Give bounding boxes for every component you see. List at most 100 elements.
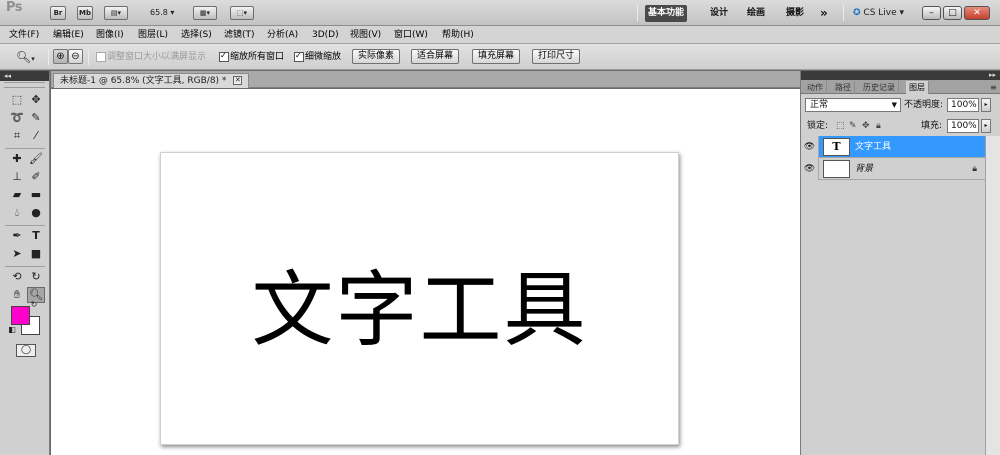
panel-grip[interactable] — [4, 82, 45, 88]
lasso-tool-icon[interactable]: ➰ — [8, 110, 26, 126]
hand-tool-icon[interactable]: ✋︎ — [8, 287, 26, 303]
scrubby-zoom-checkbox[interactable]: 细微缩放 — [294, 43, 341, 70]
default-colors-icon[interactable]: ◧ — [7, 325, 17, 335]
arrange-documents-dropdown[interactable]: ▦▾ — [193, 6, 217, 20]
workspace-painting[interactable]: 绘画 — [744, 5, 768, 22]
workspace-design[interactable]: 设计 — [707, 5, 731, 22]
menu-help[interactable]: 帮助(H) — [442, 26, 474, 44]
layer-row[interactable]: 👁︎ T 文字工具 — [801, 136, 985, 158]
close-icon[interactable]: ✕ — [233, 76, 243, 85]
pen-tool-icon[interactable]: ✒ — [8, 228, 26, 244]
screen-mode-dropdown[interactable]: ⬚▾ — [230, 6, 254, 20]
lock-image-icon[interactable]: ✎ — [849, 119, 857, 133]
collapse-panel-icon[interactable]: ▸▸ — [801, 71, 1000, 80]
opacity-input[interactable]: 100% — [947, 98, 979, 112]
menu-window[interactable]: 窗口(W) — [394, 26, 428, 44]
blur-tool-icon[interactable]: 💧︎ — [8, 205, 26, 221]
menu-view[interactable]: 视图(V) — [350, 26, 381, 44]
lock-position-icon[interactable]: ✥ — [862, 119, 870, 133]
panel-menu-icon[interactable]: ≡ — [987, 81, 1000, 94]
cs-live-icon: ✪ — [853, 8, 861, 18]
history-brush-tool-icon[interactable]: ✐ — [27, 169, 45, 185]
lock-transparent-icon[interactable]: ⬚ — [836, 119, 845, 133]
mini-bridge-button[interactable]: Mb — [77, 6, 93, 20]
eye-icon[interactable]: 👁︎ — [801, 136, 819, 158]
chevron-down-icon: ▼ — [891, 101, 897, 109]
document-tab[interactable]: 未标题-1 @ 65.8% (文字工具, RGB/8) * ✕ — [53, 73, 250, 88]
move-tool-icon[interactable]: ✥ — [27, 92, 45, 108]
more-workspaces-button[interactable]: » — [817, 5, 831, 22]
actual-pixels-button[interactable]: 实际像素 — [352, 49, 401, 64]
blend-mode-select[interactable]: 正常 ▼ — [805, 98, 901, 112]
canvas-text-layer[interactable]: 文字工具 — [161, 243, 678, 362]
collapse-panel-icon[interactable]: ◂◂ — [0, 71, 49, 81]
divider — [48, 49, 49, 65]
eyedropper-tool-icon[interactable]: ⁄ — [27, 128, 45, 144]
screen-mode-icon: ⬚▾ — [236, 9, 248, 17]
application-bar: Ps Br Mb ▤▾ 65.8 ▾ ▦▾ ⬚▾ 基本功能 设计 绘画 摄影 »… — [0, 0, 1000, 26]
clone-stamp-tool-icon[interactable]: ⊥ — [8, 169, 26, 185]
3d-rotate-tool-icon[interactable]: ⟲ — [8, 269, 26, 285]
menu-bar: 文件(F) 编辑(E) 图像(I) 图层(L) 选择(S) 滤镜(T) 分析(A… — [0, 26, 1000, 44]
tab-layers[interactable]: 图层 — [906, 81, 929, 94]
eraser-tool-icon[interactable]: ▰ — [8, 187, 26, 203]
menu-select[interactable]: 选择(S) — [181, 26, 212, 44]
3d-orbit-tool-icon[interactable]: ↻ — [27, 269, 45, 285]
document-canvas[interactable]: 文字工具 — [160, 152, 679, 445]
swap-colors-icon[interactable]: ↻ — [29, 300, 39, 310]
lock-all-icon[interactable]: 🔒︎ — [876, 119, 881, 133]
menu-file[interactable]: 文件(F) — [9, 26, 39, 44]
fill-screen-button[interactable]: 填充屏幕 — [472, 49, 521, 64]
zoom-in-icon[interactable]: ⊕ — [53, 49, 68, 64]
menu-edit[interactable]: 编辑(E) — [53, 26, 84, 44]
print-size-button[interactable]: 打印尺寸 — [532, 49, 581, 64]
resize-windows-checkbox[interactable]: 调整窗口大小以满屏显示 — [96, 44, 206, 70]
zoom-level-dropdown[interactable]: 65.8 ▾ — [150, 0, 174, 26]
layer-row[interactable]: 👁︎ 背景 🔒︎ — [801, 158, 985, 180]
document-tab-title: 未标题-1 @ 65.8% (文字工具, RGB/8) * — [60, 76, 227, 86]
tab-actions[interactable]: 动作 — [804, 81, 827, 94]
fill-input[interactable]: 100% — [947, 119, 979, 133]
workspace-essentials[interactable]: 基本功能 — [645, 5, 688, 22]
cs-live-button[interactable]: ✪ CS Live ▾ — [853, 0, 904, 26]
arrange-icon: ▦▾ — [199, 9, 211, 17]
layers-scrollbar[interactable] — [985, 136, 1000, 455]
workspace-photography[interactable]: 摄影 — [783, 5, 807, 22]
eye-icon[interactable]: 👁︎ — [801, 158, 819, 180]
menu-analysis[interactable]: 分析(A) — [267, 26, 298, 44]
brush-tool-icon[interactable]: 🖌︎ — [27, 151, 45, 167]
opacity-slider-arrow[interactable]: ▸ — [981, 98, 991, 112]
tab-history[interactable]: 历史记录 — [860, 81, 899, 94]
bridge-button[interactable]: Br — [50, 6, 66, 20]
tab-paths[interactable]: 路径 — [832, 81, 855, 94]
close-window-button[interactable]: ✕ — [964, 6, 990, 20]
menu-layer[interactable]: 图层(L) — [138, 26, 168, 44]
path-selection-tool-icon[interactable]: ➤ — [8, 246, 26, 262]
fit-screen-button[interactable]: 适合屏幕 — [411, 49, 460, 64]
healing-brush-tool-icon[interactable]: ✚ — [8, 151, 26, 167]
minimize-button[interactable]: – — [922, 6, 941, 20]
canvas-area[interactable]: 文字工具 — [51, 89, 800, 455]
zoom-all-windows-checkbox[interactable]: 缩放所有窗口 — [219, 43, 284, 70]
marquee-tool-icon[interactable]: ⬚ — [8, 92, 26, 108]
quick-mask-icon[interactable]: ◯ — [16, 344, 36, 357]
divider — [5, 148, 45, 149]
shape-tool-icon[interactable]: ■ — [27, 246, 45, 262]
view-extras-dropdown[interactable]: ▤▾ — [104, 6, 128, 20]
maximize-button[interactable]: □ — [943, 6, 962, 20]
menu-filter[interactable]: 滤镜(T) — [224, 26, 255, 44]
menu-image[interactable]: 图像(I) — [96, 26, 124, 44]
menu-3d[interactable]: 3D(D) — [312, 26, 339, 44]
lock-icon: 🔒︎ — [972, 164, 977, 174]
zoom-tool-preset-picker[interactable]: 🔍︎▾ — [16, 44, 35, 70]
fill-slider-arrow[interactable]: ▸ — [981, 119, 991, 133]
opacity-label: 不透明度: — [904, 100, 944, 110]
quick-selection-tool-icon[interactable]: ✎ — [27, 110, 45, 126]
foreground-color-swatch[interactable] — [11, 306, 30, 325]
type-tool-icon[interactable]: T — [27, 228, 45, 244]
crop-tool-icon[interactable]: ⌗ — [8, 128, 26, 144]
gradient-tool-icon[interactable]: ▬ — [27, 187, 45, 203]
dodge-tool-icon[interactable]: ● — [27, 205, 45, 221]
options-bar: 🔍︎▾ ⊕ ⊖ 调整窗口大小以满屏显示 缩放所有窗口 细微缩放 实际像素 适合屏… — [0, 43, 1000, 70]
zoom-out-icon[interactable]: ⊖ — [68, 49, 83, 64]
